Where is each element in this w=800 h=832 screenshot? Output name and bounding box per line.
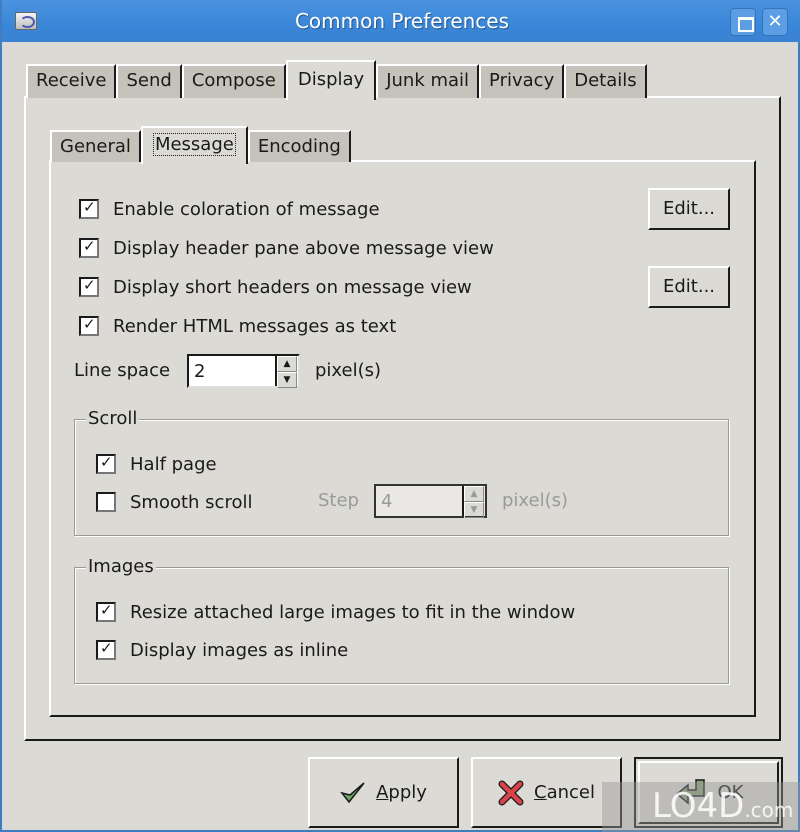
step-input[interactable] [376, 486, 462, 516]
apply-label: Apply [376, 782, 427, 803]
line-space-label: Line space [74, 360, 171, 381]
step-stepper: ▲ ▼ [462, 486, 484, 518]
inner-tab-bar: General Message Encoding [50, 126, 351, 164]
apply-button[interactable]: Apply [308, 757, 459, 828]
half-page-label: Half page [130, 453, 217, 475]
line-space-stepper: ▲ ▼ [275, 356, 297, 388]
inline-images-checkbox[interactable] [96, 639, 116, 660]
close-icon: ✕ [767, 11, 783, 32]
smooth-scroll-checkbox[interactable] [96, 492, 116, 512]
tab-privacy[interactable]: Privacy [479, 64, 565, 98]
tab-message-label: Message [152, 133, 236, 156]
outer-tab-bar: Receive Send Compose Display Junk mail P… [26, 60, 647, 100]
short-headers-option[interactable]: Display short headers on message view [79, 275, 472, 299]
half-page-option[interactable]: Half page [96, 452, 217, 476]
enable-coloration-option[interactable]: Enable coloration of message [79, 197, 380, 221]
window-title: Common Preferences [294, 9, 510, 33]
short-headers-checkbox[interactable] [79, 276, 99, 297]
scroll-frame [74, 419, 729, 536]
edit-headers-button[interactable]: Edit... [648, 266, 730, 308]
spin-down-arrow-icon[interactable]: ▼ [277, 372, 297, 388]
spin-up-arrow-icon[interactable]: ▲ [464, 486, 484, 502]
close-button[interactable]: ✕ [762, 8, 788, 36]
enable-coloration-checkbox[interactable] [79, 198, 99, 219]
render-html-option[interactable]: Render HTML messages as text [79, 314, 396, 338]
resize-images-label: Resize attached large images to fit in t… [130, 601, 576, 623]
step-unit: pixel(s) [502, 490, 569, 511]
render-html-label: Render HTML messages as text [113, 315, 397, 337]
tab-compose[interactable]: Compose [181, 64, 286, 98]
checkmark-icon [340, 781, 365, 803]
tab-encoding[interactable]: Encoding [247, 130, 351, 162]
enable-coloration-label: Enable coloration of message [113, 198, 380, 220]
smooth-scroll-label: Smooth scroll [130, 491, 253, 513]
inline-images-option[interactable]: Display images as inline [96, 638, 348, 662]
line-space-unit: pixel(s) [315, 360, 382, 381]
maximize-button[interactable] [730, 8, 756, 36]
cancel-button[interactable]: Cancel [471, 757, 622, 828]
spin-down-arrow-icon[interactable]: ▼ [464, 502, 484, 518]
title-bar[interactable]: Common Preferences ✕ [2, 0, 800, 42]
spin-up-arrow-icon[interactable]: ▲ [277, 356, 297, 372]
half-page-checkbox[interactable] [96, 453, 116, 474]
images-frame [74, 567, 729, 684]
edit-coloration-button[interactable]: Edit... [648, 188, 730, 230]
header-pane-label: Display header pane above message view [113, 237, 494, 259]
header-pane-checkbox[interactable] [79, 237, 99, 258]
header-pane-option[interactable]: Display header pane above message view [79, 236, 494, 260]
step-spinner: ▲ ▼ [374, 484, 487, 518]
tab-message[interactable]: Message [140, 126, 248, 164]
watermark: LO4D.com [602, 782, 800, 832]
smooth-scroll-option[interactable]: Smooth scroll [96, 490, 252, 514]
tab-details[interactable]: Details [564, 64, 647, 98]
tab-send[interactable]: Send [116, 64, 182, 98]
line-space-spinner: ▲ ▼ [187, 354, 300, 388]
render-html-checkbox[interactable] [79, 315, 99, 336]
inline-images-label: Display images as inline [130, 639, 349, 661]
resize-images-checkbox[interactable] [96, 601, 116, 622]
line-space-input[interactable] [189, 356, 275, 386]
cross-icon [498, 780, 524, 805]
tab-display[interactable]: Display [285, 60, 377, 100]
tab-junk-mail[interactable]: Junk mail [376, 64, 480, 98]
tab-general[interactable]: General [50, 130, 141, 162]
tab-receive[interactable]: Receive [26, 64, 117, 98]
images-frame-title: Images [86, 556, 156, 577]
resize-images-option[interactable]: Resize attached large images to fit in t… [96, 600, 575, 624]
step-label: Step [318, 490, 359, 511]
cancel-label: Cancel [534, 782, 595, 803]
preferences-window: Common Preferences ✕ Receive Send Compos… [0, 0, 800, 832]
scroll-frame-title: Scroll [86, 408, 140, 429]
short-headers-label: Display short headers on message view [113, 276, 472, 298]
